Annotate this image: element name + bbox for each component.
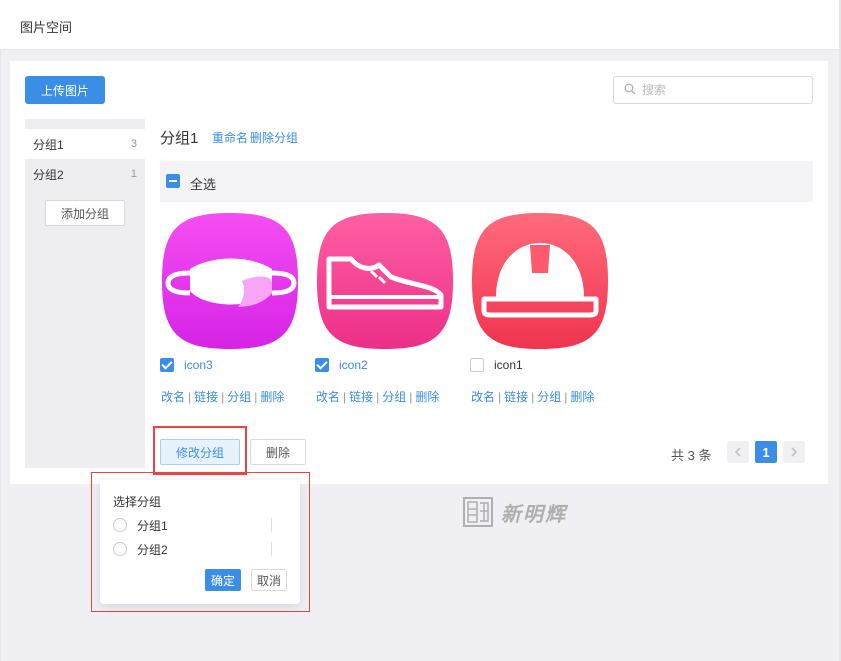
delete-link[interactable]: 删除 bbox=[570, 390, 594, 404]
radio-button[interactable] bbox=[113, 542, 127, 556]
radio-button[interactable] bbox=[113, 518, 127, 532]
image-checkbox-icon2[interactable] bbox=[315, 358, 329, 372]
rename-group-link[interactable]: 重命名 bbox=[212, 129, 248, 146]
search-icon bbox=[624, 83, 636, 98]
delete-link[interactable]: 删除 bbox=[260, 390, 284, 404]
chevron-left-icon[interactable] bbox=[727, 441, 749, 463]
sidebar-item-label: 分组2 bbox=[33, 167, 64, 182]
divider bbox=[271, 518, 272, 532]
link-link[interactable]: 链接 bbox=[349, 390, 373, 404]
image-checkbox-icon3[interactable] bbox=[160, 358, 174, 372]
total-count: 共 3 条 bbox=[671, 448, 712, 463]
delete-link[interactable]: 删除 bbox=[415, 390, 439, 404]
select-all-bar: 全选 bbox=[160, 161, 813, 202]
select-all-label: 全选 bbox=[190, 177, 217, 192]
group-title: 分组1 bbox=[160, 130, 199, 147]
group-link[interactable]: 分组 bbox=[382, 390, 406, 404]
watermark-text: 新明辉 bbox=[501, 501, 567, 526]
popover-title: 选择分组 bbox=[113, 495, 162, 509]
shoe-icon bbox=[317, 213, 453, 349]
chevron-right-icon[interactable] bbox=[783, 441, 805, 463]
image-actions-icon1: 改名 | 链接 | 分组 | 删除 bbox=[471, 390, 595, 404]
highlight-box bbox=[153, 426, 247, 475]
confirm-button[interactable]: 确定 bbox=[205, 569, 241, 591]
group-link[interactable]: 分组 bbox=[537, 390, 561, 404]
group-link[interactable]: 分组 bbox=[227, 390, 251, 404]
radio-option-group1[interactable]: 分组1 bbox=[113, 517, 168, 533]
sidebar-item-group2[interactable]: 分组2 1 bbox=[25, 159, 145, 189]
mask-icon bbox=[162, 213, 298, 349]
page-title: 图片空间 bbox=[20, 20, 73, 35]
image-tile-icon1[interactable] bbox=[470, 211, 610, 351]
add-group-button[interactable]: 添加分组 bbox=[45, 200, 125, 226]
group-sidebar: 分组1 3 分组2 1 添加分组 bbox=[25, 119, 145, 468]
image-actions-icon2: 改名 | 链接 | 分组 | 删除 bbox=[316, 390, 440, 404]
rename-link[interactable]: 改名 bbox=[161, 390, 185, 404]
delete-button[interactable]: 删除 bbox=[250, 439, 306, 465]
sidebar-item-label: 分组1 bbox=[33, 137, 64, 152]
image-tile-icon3[interactable] bbox=[160, 211, 300, 351]
divider bbox=[271, 542, 272, 556]
select-group-popover: 选择分组 分组1 分组2 确定 取消 bbox=[100, 480, 300, 604]
link-link[interactable]: 链接 bbox=[504, 390, 528, 404]
image-name-icon2: icon2 bbox=[339, 358, 368, 372]
upload-image-button[interactable]: 上传图片 bbox=[25, 76, 105, 104]
image-name-icon3: icon3 bbox=[184, 358, 213, 372]
link-link[interactable]: 链接 bbox=[194, 390, 218, 404]
rename-link[interactable]: 改名 bbox=[316, 390, 340, 404]
watermark: 新明辉 bbox=[463, 497, 567, 527]
header-bar: 图片空间 bbox=[0, 0, 839, 50]
image-checkbox-icon1[interactable] bbox=[470, 358, 484, 372]
cancel-button[interactable]: 取消 bbox=[251, 569, 287, 591]
radio-label: 分组2 bbox=[137, 542, 168, 557]
sidebar-item-group1[interactable]: 分组1 3 bbox=[25, 129, 145, 159]
radio-label: 分组1 bbox=[137, 518, 168, 533]
sidebar-item-count: 3 bbox=[130, 138, 137, 150]
page-number-current[interactable]: 1 bbox=[755, 441, 777, 463]
seal-logo-icon bbox=[463, 497, 493, 527]
image-name-icon1: icon1 bbox=[494, 358, 523, 372]
search-input[interactable] bbox=[642, 83, 802, 97]
helmet-icon bbox=[472, 213, 608, 349]
image-tile-icon2[interactable] bbox=[315, 211, 455, 351]
rename-link[interactable]: 改名 bbox=[471, 390, 495, 404]
sidebar-item-count: 1 bbox=[130, 168, 137, 180]
delete-group-link[interactable]: 删除分组 bbox=[250, 129, 298, 146]
image-actions-icon3: 改名 | 链接 | 分组 | 删除 bbox=[161, 390, 285, 404]
search-box[interactable] bbox=[613, 76, 813, 104]
select-all-checkbox[interactable] bbox=[166, 174, 180, 188]
window-left-border bbox=[0, 0, 1, 661]
radio-option-group2[interactable]: 分组2 bbox=[113, 541, 168, 557]
